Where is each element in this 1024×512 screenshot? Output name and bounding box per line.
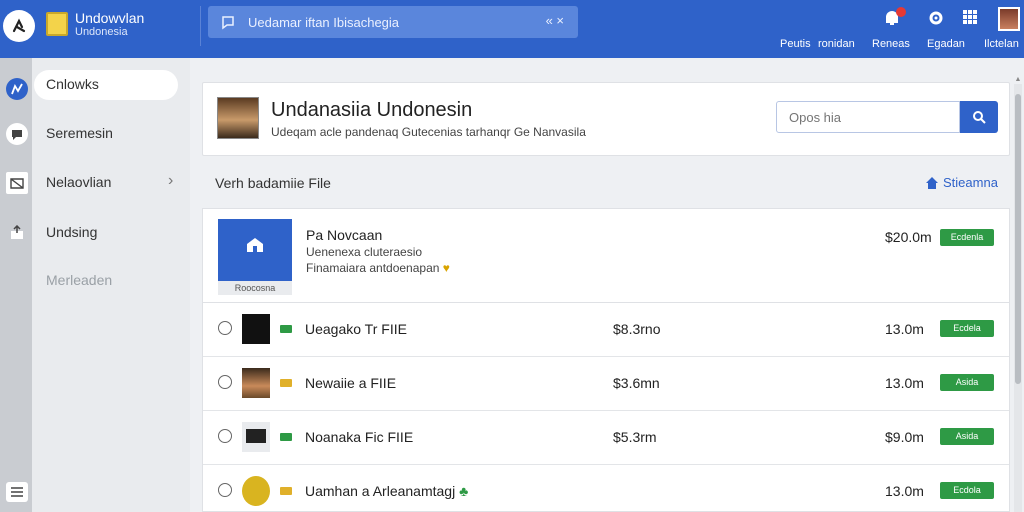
- app-logo-icon[interactable]: [3, 10, 35, 42]
- row-tag: [280, 433, 292, 441]
- featured-line-text: Finamaiara antdoenapan: [306, 261, 440, 275]
- sidebar-item-navigation[interactable]: Nelaovlian ›: [0, 164, 190, 200]
- sidebar-item-label: Seremesin: [46, 125, 113, 141]
- search-chat-icon: [222, 16, 234, 30]
- section-link-label: Stieamna: [943, 175, 998, 190]
- row-amount: 13.0m: [885, 375, 924, 391]
- row-thumbnail: [242, 314, 270, 344]
- close-icon[interactable]: « ×: [546, 13, 564, 28]
- scrollbar-thumb[interactable]: [1015, 94, 1021, 384]
- sidebar-item-label: Cnlowks: [46, 76, 99, 92]
- apps-grid-icon[interactable]: [960, 9, 980, 29]
- row-tag: [280, 379, 292, 387]
- section-title: Verh badamiie File: [215, 175, 331, 191]
- status-badge[interactable]: Asida: [940, 428, 994, 445]
- table-row[interactable]: Noanaka Fic FIIE $5.3rm $9.0m Asida: [203, 411, 1009, 465]
- top-action-label[interactable]: Peutis: [780, 38, 811, 50]
- status-badge[interactable]: Ecdola: [940, 482, 994, 499]
- sidebar-item-overview[interactable]: Cnlowks: [0, 70, 190, 106]
- table-row[interactable]: Ueagako Tr FIIE $8.3rno 13.0m Ecdela: [203, 303, 1009, 357]
- featured-item[interactable]: Roocosna Pa Novcaan Uenenexa cluteraesio…: [203, 209, 1009, 303]
- row-thumbnail: [242, 422, 270, 452]
- row-radio[interactable]: [218, 483, 232, 497]
- row-price: $5.3rm: [613, 429, 657, 445]
- top-bar: Undowvlan Undonesia Uedamar iftan Ibisac…: [0, 0, 1024, 58]
- search-button[interactable]: [960, 101, 998, 133]
- row-name: Uamhan a Arleanamtagj ♣: [305, 483, 468, 499]
- divider: [200, 6, 201, 46]
- row-price: $3.6mn: [613, 375, 660, 391]
- scroll-up-arrow-icon[interactable]: ▲: [1014, 76, 1022, 84]
- sidebar-item-label: Merleaden: [46, 272, 113, 288]
- row-amount: $9.0m: [885, 429, 924, 445]
- page-title: Undanasiia Undonesin: [271, 99, 473, 121]
- featured-image-caption: Roocosna: [218, 281, 292, 295]
- page-subtitle: Udeqam acle pandenaq Gutecenias tarhanqr…: [271, 125, 586, 139]
- notification-dot: [896, 7, 906, 17]
- top-action-label[interactable]: ronidan: [818, 38, 855, 50]
- row-name: Noanaka Fic FIIE: [305, 429, 414, 445]
- status-badge[interactable]: Ecdenla: [940, 229, 994, 246]
- row-price: $8.3rno: [613, 321, 661, 337]
- top-action-label[interactable]: Reneas: [872, 38, 910, 50]
- sidebar-item-disabled: Merleaden: [0, 262, 190, 298]
- file-list: Roocosna Pa Novcaan Uenenexa cluteraesio…: [202, 208, 1010, 512]
- home-icon: [926, 176, 938, 189]
- sidebar: Cnlowks Seremesin Nelaovlian › Undsing M…: [0, 58, 190, 512]
- row-name: Ueagako Tr FIIE: [305, 321, 407, 337]
- status-badge[interactable]: Asida: [940, 374, 994, 391]
- row-radio[interactable]: [218, 321, 232, 335]
- row-name-text: Uamhan a Arleanamtagj: [305, 483, 456, 499]
- dashboard-icon: [6, 78, 28, 100]
- featured-price: $20.0m: [885, 229, 932, 245]
- featured-line: Uenenexa cluteraesio: [306, 245, 423, 259]
- row-name: Newaiie a FIIE: [305, 375, 397, 391]
- table-row[interactable]: Uamhan a Arleanamtagj ♣ 13.0m Ecdola: [203, 465, 1009, 512]
- header-search-input[interactable]: [776, 101, 960, 133]
- map-icon: [6, 172, 28, 194]
- building-icon: [247, 238, 263, 252]
- top-search-input[interactable]: Uedamar iftan Ibisachegia « ×: [208, 6, 578, 38]
- chevron-right-icon: ›: [168, 172, 174, 189]
- top-action-label[interactable]: Ilctelan: [984, 38, 1019, 50]
- chat-icon: [6, 123, 28, 145]
- table-row[interactable]: Newaiie a FIIE $3.6mn 13.0m Asida: [203, 357, 1009, 411]
- row-radio[interactable]: [218, 375, 232, 389]
- top-search-placeholder: Uedamar iftan Ibisachegia: [248, 15, 400, 30]
- row-radio[interactable]: [218, 429, 232, 443]
- emoji-icon: ♥: [442, 261, 450, 275]
- clover-icon: ♣: [459, 483, 469, 499]
- search-icon: [973, 111, 986, 124]
- row-tag: [280, 325, 292, 333]
- app-subtitle: Undonesia: [75, 26, 128, 38]
- top-action-label[interactable]: Egadan: [927, 38, 965, 50]
- app-title: Undowvlan: [75, 10, 145, 26]
- profile-header: Undanasiia Undonesin Udeqam acle pandena…: [202, 82, 1010, 156]
- sidebar-item-label: Nelaovlian: [46, 174, 112, 190]
- sidebar-item-messages[interactable]: Seremesin: [0, 115, 190, 151]
- row-thumbnail: [242, 476, 270, 506]
- row-amount: 13.0m: [885, 483, 924, 499]
- user-avatar[interactable]: [998, 7, 1020, 31]
- status-badge[interactable]: Ecdela: [940, 320, 994, 337]
- profile-avatar: [217, 97, 259, 139]
- row-amount: 13.0m: [885, 321, 924, 337]
- featured-image: Roocosna: [218, 219, 292, 295]
- sidebar-item-uploads[interactable]: Undsing: [0, 214, 190, 250]
- sidebar-item-label: Undsing: [46, 224, 98, 240]
- featured-title: Pa Novcaan: [306, 227, 383, 243]
- scrollbar[interactable]: [1014, 84, 1022, 512]
- row-thumbnail: [242, 368, 270, 398]
- row-tag: [280, 487, 292, 495]
- section-home-link[interactable]: Stieamna: [925, 175, 998, 190]
- menu-icon[interactable]: [6, 482, 28, 502]
- featured-line: Finamaiara antdoenapan ♥: [306, 261, 450, 275]
- app-badge-icon: [46, 12, 68, 36]
- upload-icon: [6, 222, 28, 244]
- gear-icon[interactable]: [926, 9, 946, 29]
